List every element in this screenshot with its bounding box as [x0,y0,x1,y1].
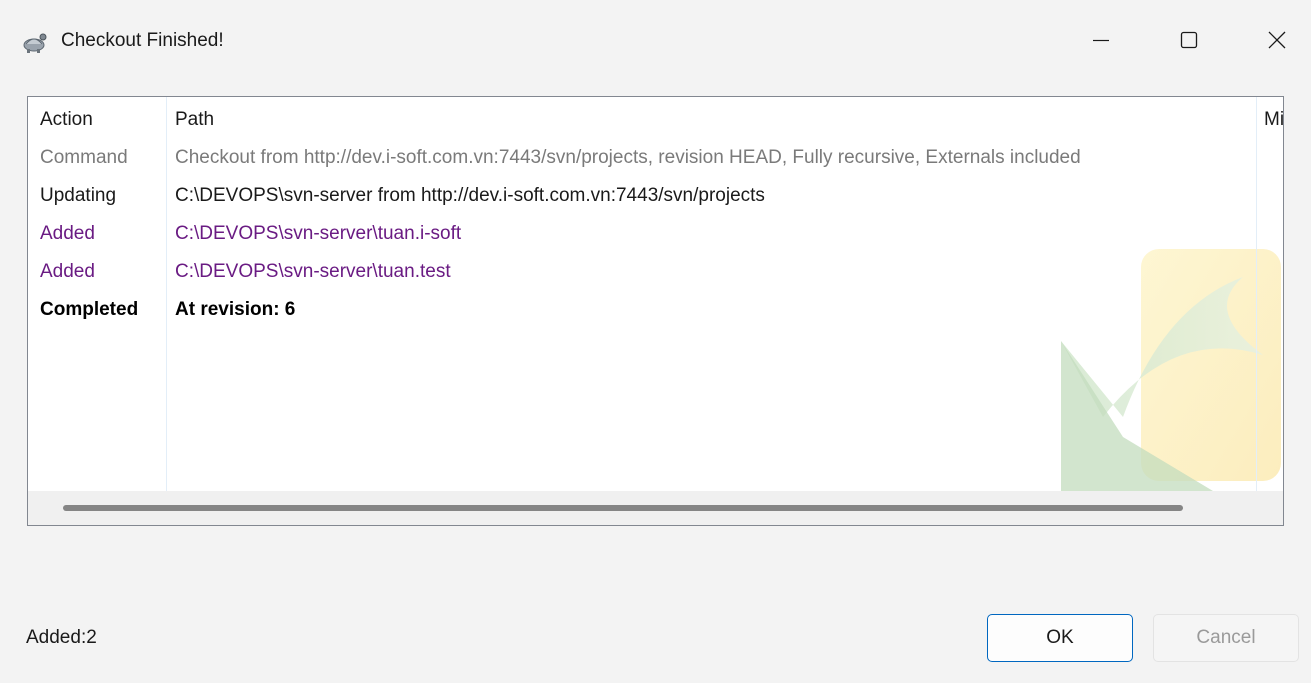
row-path: Checkout from http://dev.i-soft.com.vn:7… [175,147,1081,168]
tortoise-icon [23,33,47,53]
row-path: At revision: 6 [175,299,296,320]
column-header-action[interactable]: Action [40,101,93,139]
ok-button[interactable]: OK [987,614,1133,662]
list-item[interactable]: Command Checkout from http://dev.i-soft.… [28,139,1283,177]
checkout-finished-dialog: Checkout Finished! Action Path Mi Comman… [0,0,1311,683]
dialog-title: Checkout Finished! [61,30,224,51]
list-item[interactable]: Added C:\DEVOPS\svn-server\tuan.i-soft [28,215,1283,253]
row-action: Completed [40,299,139,320]
row-action: Command [40,147,128,168]
close-button[interactable] [1233,12,1311,68]
row-action: Added [40,223,95,244]
horizontal-scrollbar-thumb[interactable] [63,505,1183,511]
row-path: C:\DEVOPS\svn-server\tuan.test [175,261,451,282]
column-header-mime[interactable]: Mir [1264,101,1283,139]
title-bar[interactable]: Checkout Finished! [0,12,1311,68]
close-icon [1268,31,1286,49]
output-list[interactable]: Action Path Mir Command Checkout from ht… [27,96,1284,526]
row-path: C:\DEVOPS\svn-server\tuan.i-soft [175,223,462,244]
maximize-icon [1180,31,1198,49]
status-summary: Added:2 [26,627,97,648]
list-item[interactable]: Added C:\DEVOPS\svn-server\tuan.test [28,253,1283,291]
list-header: Action Path Mir [28,101,1283,139]
maximize-button[interactable] [1145,12,1233,68]
row-action: Added [40,261,95,282]
column-header-path[interactable]: Path [175,101,214,139]
list-item[interactable]: Completed At revision: 6 [28,291,1283,329]
minimize-button[interactable] [1057,12,1145,68]
list-item[interactable]: Updating C:\DEVOPS\svn-server from http:… [28,177,1283,215]
row-action: Updating [40,185,117,206]
cancel-button[interactable]: Cancel [1153,614,1299,662]
horizontal-scrollbar[interactable] [28,491,1283,525]
minimize-icon [1093,39,1109,42]
row-path: C:\DEVOPS\svn-server from http://dev.i-s… [175,185,765,206]
